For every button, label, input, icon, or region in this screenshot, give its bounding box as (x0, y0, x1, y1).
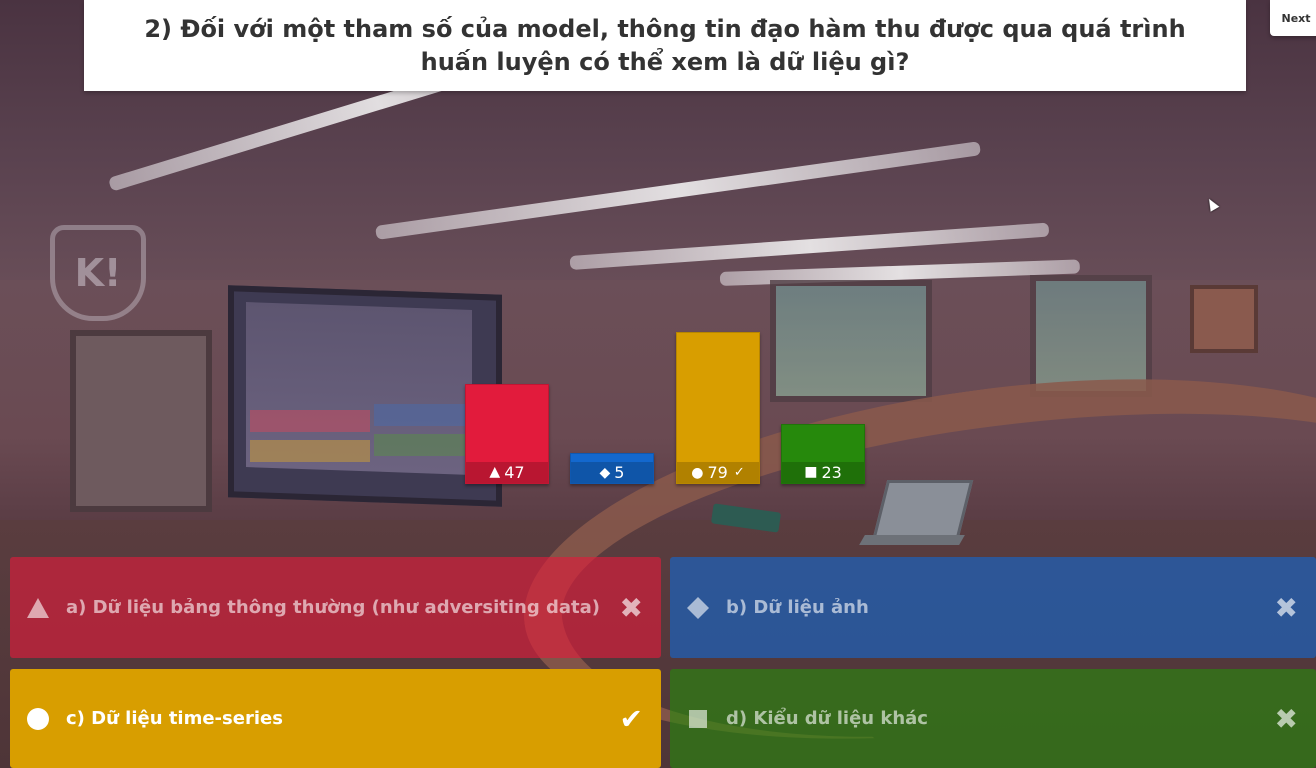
answer-card-b[interactable]: b) Dữ liệu ảnh ✖ (670, 557, 1316, 658)
answer-card-a[interactable]: a) Dữ liệu bảng thông thường (như advers… (10, 557, 661, 658)
result-bar-label: ■ 23 (782, 461, 864, 483)
result-bar-label: ▲ 47 (466, 461, 548, 483)
result-count: 23 (821, 462, 842, 482)
checkmark-icon: ✓ (733, 465, 745, 480)
diamond-icon (684, 594, 712, 622)
cross-icon: ✖ (619, 591, 643, 624)
result-bar: ● 79 ✓ (676, 332, 760, 484)
result-count: 79 (707, 463, 728, 482)
result-bar: ▲ 47 (465, 384, 549, 484)
result-bar-label: ◆ 5 (571, 462, 653, 483)
result-count: 5 (614, 463, 625, 482)
triangle-icon (24, 594, 52, 622)
diamond-icon: ◆ (599, 464, 611, 481)
square-icon (684, 705, 712, 733)
circle-icon: ● (691, 464, 704, 481)
background-pinboard (1190, 285, 1258, 353)
circle-icon (24, 705, 52, 733)
checkmark-icon: ✔ (619, 702, 643, 735)
square-icon: ■ (804, 464, 818, 481)
result-bar: ■ 23 (781, 423, 865, 484)
question-header: 2) Đối với một tham số của model, thông … (84, 0, 1246, 91)
result-count: 47 (504, 462, 525, 482)
answer-label: a) Dữ liệu bảng thông thường (như advers… (66, 597, 601, 618)
next-button[interactable]: Next (1270, 0, 1316, 36)
quiz-results-screen: K! 2) Đối với một tham số của model, thô… (0, 0, 1316, 768)
kahoot-crest-icon: K! (50, 225, 146, 321)
result-bar-label: ● 79 ✓ (677, 462, 759, 483)
background-screen-strip (374, 404, 466, 426)
result-bar: ◆ 5 (570, 453, 654, 484)
cross-icon: ✖ (1274, 591, 1298, 624)
background-chalkboard (70, 330, 212, 512)
question-title: 2) Đối với một tham số của model, thông … (144, 14, 1186, 76)
background-laptop (872, 480, 974, 538)
background-screen-strip (250, 410, 370, 432)
background-screen-strip (374, 434, 466, 456)
answer-label: d) Kiểu dữ liệu khác (726, 708, 928, 729)
background-laptop-base (859, 535, 965, 545)
cross-icon: ✖ (1274, 702, 1298, 735)
background-window (770, 280, 932, 402)
background-screen-strip (250, 440, 370, 462)
answer-label: c) Dữ liệu time-series (66, 708, 283, 729)
answer-card-d[interactable]: d) Kiểu dữ liệu khác ✖ (670, 669, 1316, 768)
triangle-icon: ▲ (489, 464, 501, 481)
answer-label: b) Dữ liệu ảnh (726, 597, 869, 618)
answer-card-c[interactable]: c) Dữ liệu time-series ✔ (10, 669, 661, 768)
